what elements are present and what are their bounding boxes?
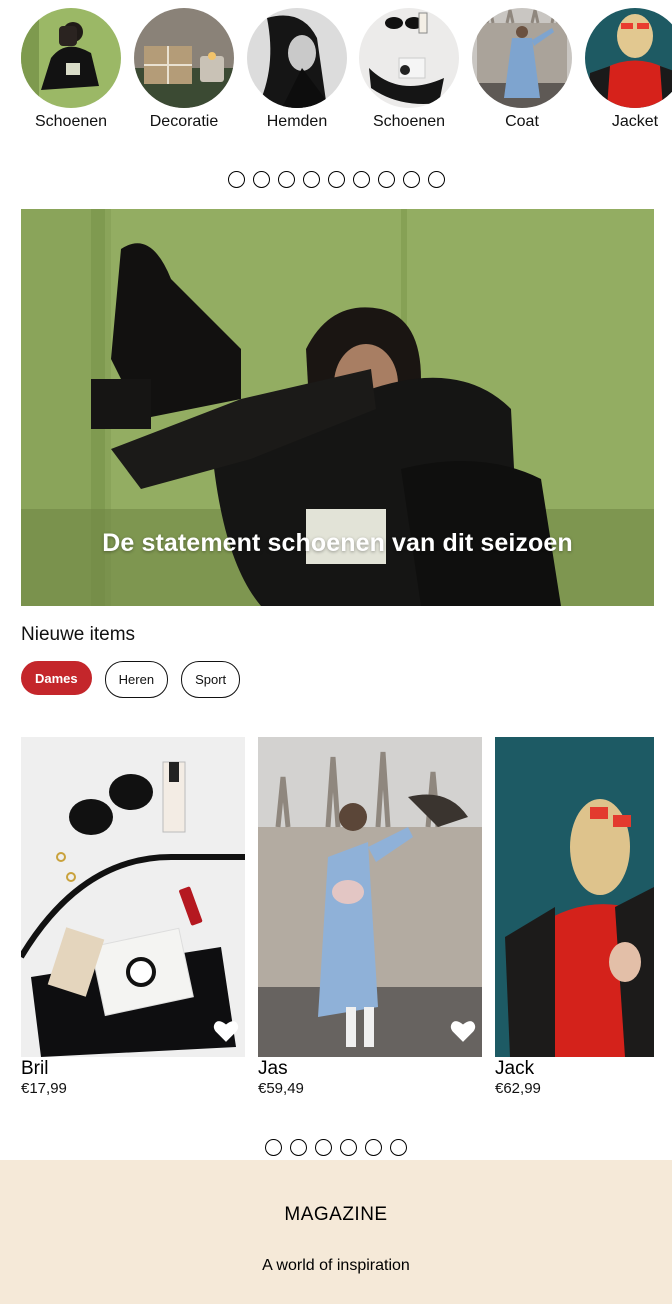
category-item-hemden[interactable]: Hemden	[247, 8, 347, 131]
gender-filter-group: Dames Heren Sport	[21, 661, 253, 699]
product-image	[21, 737, 245, 1057]
product-card-jas[interactable]: Jas €59,49	[258, 737, 482, 1098]
product-price: €62,99	[495, 1080, 541, 1097]
pagination-dot[interactable]	[277, 171, 295, 188]
pagination-dot[interactable]	[315, 1139, 332, 1156]
category-label: Schoenen	[372, 113, 446, 130]
favorite-heart-icon[interactable]	[450, 1019, 476, 1043]
category-thumbnail	[21, 8, 121, 108]
category-label: Hemden	[266, 113, 328, 130]
magazine-title: MAGAZINE	[284, 1204, 388, 1225]
category-carousel: Schoenen Decoratie Hemden Schoenen Coat …	[0, 8, 672, 134]
pagination-dot[interactable]	[377, 171, 395, 188]
category-thumbnail	[134, 8, 234, 108]
category-thumbnail	[472, 8, 572, 108]
category-label: Decoratie	[149, 113, 219, 130]
pagination-dot[interactable]	[390, 1139, 407, 1156]
filter-chip-dames[interactable]: Dames	[21, 661, 92, 695]
new-items-title: Nieuwe items	[21, 624, 136, 645]
hero-title: De statement schoenen van dit seizoen	[102, 529, 573, 557]
page: Schoenen Decoratie Hemden Schoenen Coat …	[0, 0, 672, 1304]
pagination-dot[interactable]	[402, 171, 420, 188]
pagination-dot[interactable]	[365, 1139, 382, 1156]
category-thumbnail	[247, 8, 347, 108]
filter-chip-sport[interactable]: Sport	[181, 661, 241, 698]
product-name: Jas	[258, 1058, 288, 1079]
category-thumbnail	[585, 8, 672, 108]
product-pagination	[0, 1139, 672, 1156]
category-item-decoratie[interactable]: Decoratie	[134, 8, 234, 131]
product-name: Jack	[495, 1058, 535, 1079]
pagination-dot[interactable]	[252, 171, 270, 188]
category-item-coat[interactable]: Coat	[472, 8, 572, 131]
product-image	[258, 737, 482, 1057]
product-price: €17,99	[21, 1080, 67, 1097]
category-item-schoenen-2[interactable]: Schoenen	[359, 8, 459, 131]
product-image	[495, 737, 654, 1057]
magazine-subtitle: A world of inspiration	[262, 1257, 410, 1274]
pagination-dot[interactable]	[302, 171, 320, 188]
product-price: €59,49	[258, 1080, 304, 1097]
product-carousel: Bril €17,99 Jas €59,49 Jack €62,99	[0, 737, 672, 1107]
pagination-dot[interactable]	[265, 1139, 282, 1156]
category-thumbnail	[359, 8, 459, 108]
favorite-heart-icon[interactable]	[213, 1019, 239, 1043]
product-card-jack[interactable]: Jack €62,99	[495, 737, 672, 1098]
filter-chip-heren[interactable]: Heren	[104, 661, 169, 698]
product-name: Bril	[21, 1058, 49, 1079]
pagination-dot[interactable]	[327, 171, 345, 188]
category-item-schoenen[interactable]: Schoenen	[21, 8, 121, 131]
hero-banner[interactable]: De statement schoenen van dit seizoen	[21, 209, 654, 606]
pagination-dot[interactable]	[352, 171, 370, 188]
pagination-dot[interactable]	[227, 171, 245, 188]
category-label: Coat	[505, 113, 539, 130]
pagination-dot[interactable]	[427, 171, 445, 188]
magazine-banner[interactable]: MAGAZINE A world of inspiration	[0, 1160, 672, 1304]
product-card-bril[interactable]: Bril €17,99	[21, 737, 245, 1098]
pagination-dot[interactable]	[290, 1139, 307, 1156]
category-item-jacket[interactable]: Jacket	[585, 8, 672, 131]
category-pagination	[0, 171, 672, 188]
category-label: Schoenen	[34, 113, 108, 130]
category-label: Jacket	[611, 113, 659, 130]
pagination-dot[interactable]	[340, 1139, 357, 1156]
